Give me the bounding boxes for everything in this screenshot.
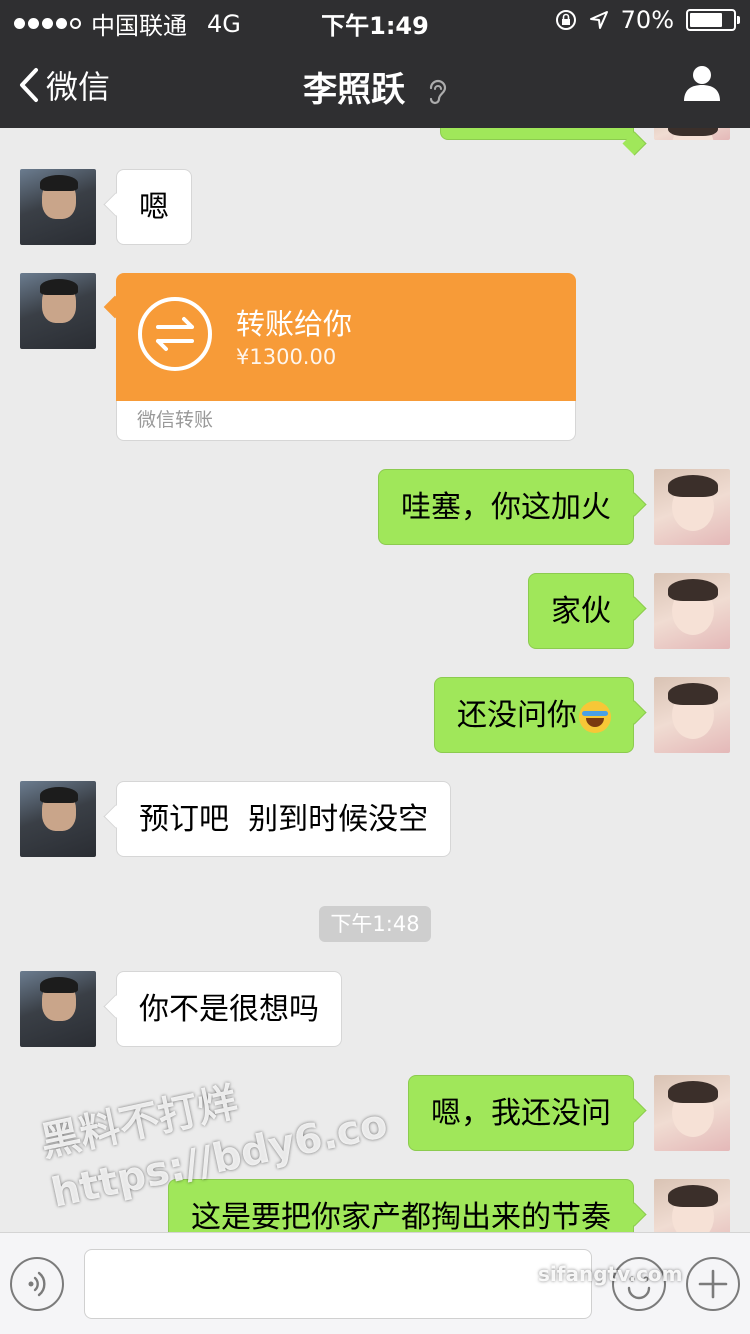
- outgoing-message-with-emoji[interactable]: 还没问你: [434, 677, 634, 753]
- transfer-footer: 微信转账: [116, 401, 576, 441]
- outgoing-message-text: 还没问你: [457, 698, 577, 733]
- ear-mode-icon: [429, 79, 447, 104]
- outgoing-message[interactable]: 这是要把你家产都掏出来的节奏: [168, 1179, 634, 1232]
- top-bar: 中国联通 4G 下午1:49 70% 微信 李照跃: [0, 0, 750, 128]
- my-avatar[interactable]: [654, 128, 730, 140]
- my-avatar[interactable]: [654, 677, 730, 753]
- laughing-crying-emoji-icon: [579, 700, 611, 733]
- contact-avatar[interactable]: [20, 273, 96, 349]
- incoming-message[interactable]: 你不是很想吗: [116, 971, 342, 1047]
- chat-title: 李照跃: [0, 62, 750, 111]
- more-actions-button[interactable]: [686, 1257, 740, 1311]
- location-icon: [589, 11, 608, 29]
- person-icon: [684, 66, 720, 101]
- transfer-amount: ¥1300.00: [236, 345, 337, 369]
- status-right: 70%: [555, 6, 740, 34]
- contact-name: 李照跃: [303, 70, 406, 110]
- corner-watermark: sifangtv.com: [538, 1262, 683, 1286]
- outgoing-message[interactable]: 嗯，我还没问: [408, 1075, 634, 1151]
- my-avatar[interactable]: [654, 1075, 730, 1151]
- chat-info-button[interactable]: [682, 64, 722, 106]
- transfer-card-header: 转账给你 ¥1300.00: [116, 273, 576, 401]
- plus-icon: [698, 1269, 728, 1299]
- orientation-lock-icon: [555, 10, 576, 30]
- battery-icon: [686, 9, 740, 31]
- transfer-icon: [138, 297, 212, 371]
- outgoing-bubble-partial[interactable]: [440, 128, 634, 140]
- my-avatar[interactable]: [654, 469, 730, 545]
- incoming-message[interactable]: 预订吧 别到时候没空: [116, 781, 452, 857]
- outgoing-message[interactable]: 哇塞，你这加火: [378, 469, 634, 545]
- status-bar: 中国联通 4G 下午1:49 70%: [0, 0, 750, 40]
- chat-message-list[interactable]: 嗯 转账给你 ¥1300.00 微信转账 哇塞，你这加火 家伙 还没问你 预订吧…: [0, 128, 750, 1232]
- battery-percent: 70%: [620, 6, 674, 34]
- message-timestamp: 下午1:48: [319, 906, 431, 942]
- contact-avatar[interactable]: [20, 971, 96, 1047]
- contact-avatar[interactable]: [20, 169, 96, 245]
- voice-icon: [28, 1271, 46, 1297]
- incoming-message[interactable]: 嗯: [116, 169, 192, 245]
- my-avatar[interactable]: [654, 573, 730, 649]
- outgoing-message[interactable]: 家伙: [528, 573, 634, 649]
- message-input[interactable]: [84, 1249, 592, 1319]
- my-avatar[interactable]: [654, 1179, 730, 1232]
- transfer-card[interactable]: 转账给你 ¥1300.00 微信转账: [116, 273, 576, 441]
- contact-avatar[interactable]: [20, 781, 96, 857]
- navigation-bar: 微信 李照跃: [0, 50, 750, 120]
- transfer-title: 转账给你: [236, 307, 353, 341]
- voice-input-button[interactable]: [10, 1257, 64, 1311]
